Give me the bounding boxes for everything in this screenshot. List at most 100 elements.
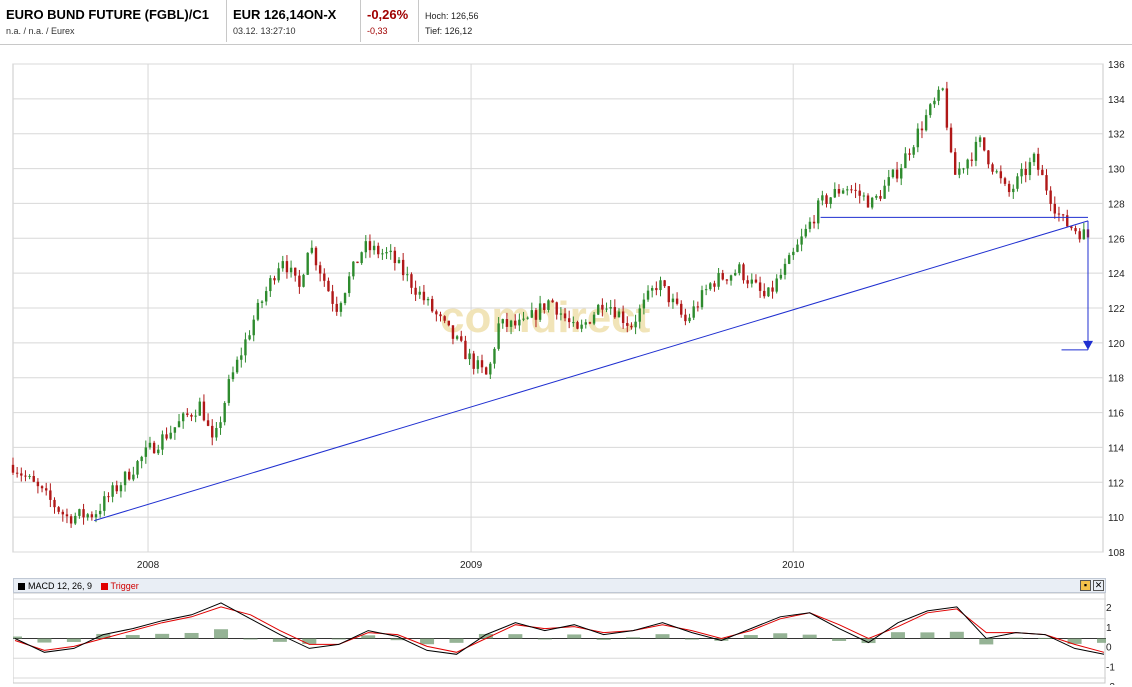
candle-body [941, 88, 944, 90]
candle-body [991, 164, 994, 172]
candle-body [887, 177, 890, 186]
candle-body [82, 509, 85, 518]
candle-body [1007, 183, 1011, 193]
y-tick-label: 108 [1108, 548, 1125, 559]
macd-legend-label: MACD 12, 26, 9 [28, 581, 93, 591]
candle-body [929, 104, 932, 116]
macd-y-tick-label: 2 [1106, 603, 1112, 614]
candle-body [717, 273, 720, 287]
candle-body [356, 261, 359, 264]
candle-body [983, 137, 986, 151]
candle-body [833, 188, 837, 198]
candle-body [974, 141, 978, 161]
candle-body [916, 128, 920, 148]
candle-body [289, 267, 293, 273]
candle-body [1045, 175, 1048, 191]
candle-body [783, 263, 787, 275]
candle-body [808, 221, 812, 229]
candle-body [1057, 213, 1061, 215]
candle-body [534, 310, 538, 320]
macd-histogram-bar [37, 638, 52, 643]
macd-histogram-bar [802, 634, 817, 639]
y-tick-label: 116 [1108, 409, 1124, 420]
macd-histogram-bar [949, 631, 964, 639]
candle-body [1032, 153, 1036, 163]
range-cell: Hoch: 126,56 Tief: 126,12 [419, 0, 509, 42]
candle-body [567, 318, 571, 323]
change-cell: -0,26% -0,33 [361, 0, 419, 42]
candle-body [729, 275, 733, 281]
y-tick-label: 136 [1108, 60, 1125, 71]
macd-y-axis: 2 1 0 -1 -2 [1106, 603, 1115, 685]
candle-body [69, 516, 73, 524]
candle-body [580, 324, 583, 329]
candle-body [318, 265, 322, 274]
candle-body [219, 422, 222, 428]
candle-body [675, 298, 679, 304]
candle-body [460, 336, 463, 341]
candle-body [613, 307, 617, 318]
candle-body [837, 188, 841, 194]
candle-body [638, 308, 641, 322]
panel-settings-icon[interactable]: ▪ [1080, 580, 1091, 591]
candle-body [20, 473, 23, 476]
candle-body [202, 401, 206, 421]
candle-body [447, 320, 451, 326]
y-tick-label: 126 [1108, 234, 1125, 245]
macd-histogram-bar [214, 629, 229, 639]
candle-body [709, 283, 712, 290]
y-tick-label: 122 [1108, 304, 1125, 315]
macd-histogram-bar [66, 638, 81, 642]
candle-body [49, 490, 52, 500]
candle-body [767, 287, 770, 297]
macd-y-tick-label: 1 [1106, 623, 1112, 634]
candle-body [435, 311, 438, 315]
candle-body [1003, 178, 1007, 184]
candle-body [57, 507, 60, 512]
y-tick-label: 120 [1108, 339, 1125, 350]
candle-body [900, 168, 903, 179]
candle-body [804, 228, 807, 237]
candle-body [650, 288, 654, 291]
change-percent: -0,26% [367, 7, 409, 22]
candle-body [721, 273, 724, 280]
candle-body [397, 259, 401, 264]
x-tick-label: 2010 [782, 560, 805, 571]
candle-body [128, 471, 131, 480]
macd-histogram-bar [155, 633, 170, 639]
candle-body [617, 311, 621, 318]
instrument-exchange: n.a. / n.a. / Eurex [6, 26, 75, 36]
candle-body [227, 379, 231, 403]
candle-body [1036, 153, 1040, 170]
candle-body [426, 298, 430, 301]
candle-body [850, 189, 853, 191]
candle-body [588, 322, 592, 324]
candle-body [958, 168, 961, 175]
candle-body [364, 241, 367, 253]
candle-body [750, 279, 754, 284]
candle-body [505, 319, 509, 327]
candle-body [123, 471, 127, 486]
macd-histogram-bar [125, 635, 140, 639]
candle-body [945, 88, 949, 128]
macd-histogram-bar [743, 635, 758, 639]
candle-body [688, 317, 691, 322]
candle-body [177, 421, 181, 428]
candle-body [331, 291, 334, 304]
candle-body [148, 442, 152, 448]
candle-body [74, 515, 77, 524]
candle-body [115, 485, 118, 492]
candle-body [53, 499, 56, 508]
candle-body [746, 280, 749, 284]
candle-body [1020, 168, 1023, 177]
candle-body [1016, 176, 1019, 189]
candle-body [924, 115, 928, 131]
candle-body [742, 264, 745, 281]
candle-body [455, 336, 459, 339]
candle-body [360, 252, 363, 264]
candle-body [912, 147, 915, 155]
candle-body [240, 355, 243, 360]
candle-body [281, 261, 284, 269]
y-tick-label: 128 [1108, 199, 1125, 210]
candle-body [605, 308, 608, 310]
